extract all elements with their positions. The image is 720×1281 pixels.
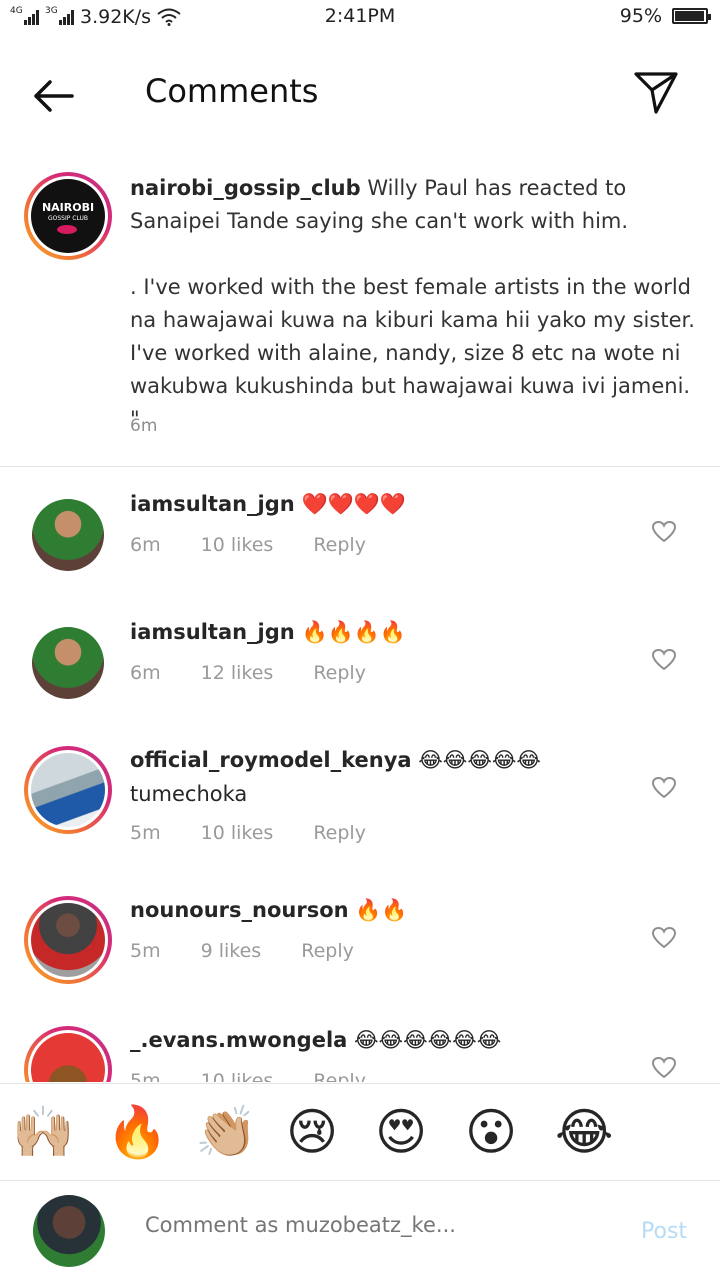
battery-percent: 95%	[619, 5, 662, 27]
status-time: 2:41PM	[324, 5, 396, 27]
heart-icon[interactable]	[651, 926, 677, 950]
post-caption: NAIROBI GOSSIP CLUB nairobi_gossip_club …	[0, 150, 720, 465]
reply-button[interactable]: Reply	[313, 822, 366, 844]
raising-hands-emoji-button[interactable]: 🙌🏼	[12, 1102, 74, 1162]
comment-time: 6m	[130, 662, 161, 684]
comment-username[interactable]: official_roymodel_kenya	[130, 748, 412, 772]
comment-time: 5m	[130, 822, 161, 844]
avatar[interactable]	[24, 896, 112, 984]
avatar[interactable]	[32, 627, 104, 699]
comment-item: _.evans.mwongela 😂😂😂😂😂😂 5m 10 likes Repl…	[0, 1006, 720, 1082]
status-bar: 4G 3G 3.92K/s 2:41PM 95%	[0, 0, 720, 36]
heart-icon[interactable]	[651, 776, 677, 800]
divider	[0, 466, 720, 467]
comment-text: 🔥🔥🔥🔥	[301, 620, 407, 644]
avatar[interactable]	[24, 746, 112, 834]
comment-meta: 5m 10 likes Reply	[130, 822, 406, 844]
comment-time: 5m	[130, 940, 161, 962]
nairobi-gossip-club-logo: NAIROBI GOSSIP CLUB	[31, 179, 105, 253]
status-right: 95%	[619, 5, 711, 27]
comment-text: 😂😂😂😂😂😂	[354, 1028, 502, 1052]
comment-item: nounours_nourson 🔥🔥 5m 9 likes Reply	[0, 876, 720, 1006]
avatar[interactable]	[32, 499, 104, 571]
comment-likes[interactable]: 10 likes	[201, 1070, 274, 1082]
paper-plane-icon	[634, 72, 678, 114]
page-title: Comments	[145, 72, 319, 110]
reply-button[interactable]: Reply	[313, 534, 366, 556]
crying-emoji-button[interactable]: 😢	[286, 1102, 338, 1162]
comment-item: iamsultan_jgn ❤️❤️❤️❤️ 6m 10 likes Reply	[0, 470, 720, 598]
avatar	[33, 1195, 105, 1267]
comment-likes[interactable]: 12 likes	[201, 662, 274, 684]
header: Comments	[0, 36, 720, 148]
caption-username[interactable]: nairobi_gossip_club	[130, 176, 361, 200]
post-button[interactable]: Post	[641, 1219, 687, 1244]
caption-timestamp: 6m	[130, 416, 158, 436]
lips-icon	[57, 225, 77, 234]
back-button[interactable]	[26, 74, 86, 118]
heart-icon[interactable]	[651, 520, 677, 544]
battery-icon	[672, 8, 711, 24]
heart-icon[interactable]	[651, 1056, 677, 1080]
comment-item: iamsultan_jgn 🔥🔥🔥🔥 6m 12 likes Reply	[0, 598, 720, 726]
comment-time: 5m	[130, 1070, 161, 1082]
fire-emoji-button[interactable]: 🔥	[106, 1102, 168, 1162]
comment-username[interactable]: nounours_nourson	[130, 898, 349, 922]
avatar[interactable]: NAIROBI GOSSIP CLUB	[24, 172, 112, 260]
arrow-left-icon	[34, 80, 74, 112]
heart-eyes-emoji-button[interactable]: 😍	[375, 1102, 427, 1162]
reply-button[interactable]: Reply	[313, 662, 366, 684]
comment-username[interactable]: iamsultan_jgn	[130, 620, 295, 644]
comment-text-line2: tumechoka	[130, 782, 248, 806]
comment-input[interactable]	[145, 1213, 585, 1237]
comment-meta: 6m 10 likes Reply	[130, 534, 406, 556]
surprised-emoji-button[interactable]: 😮	[465, 1102, 517, 1162]
comment-text: ❤️❤️❤️❤️	[301, 492, 407, 516]
comment-meta: 5m 10 likes Reply	[130, 1070, 406, 1082]
battery-fill	[675, 11, 704, 21]
caption-quote: . I've worked with the best female artis…	[130, 275, 695, 431]
reply-button[interactable]: Reply	[313, 1070, 366, 1082]
comment-time: 6m	[130, 534, 161, 556]
share-button[interactable]	[630, 68, 682, 120]
avatar[interactable]	[24, 1026, 112, 1082]
comment-likes[interactable]: 10 likes	[201, 534, 274, 556]
comment-text: 🔥🔥	[355, 898, 408, 922]
comment-meta: 5m 9 likes Reply	[130, 940, 394, 962]
comment-username[interactable]: _.evans.mwongela	[130, 1028, 347, 1052]
comment-likes[interactable]: 10 likes	[201, 822, 274, 844]
comment-item: official_roymodel_kenya 😂😂😂😂😂 tumechoka …	[0, 726, 720, 876]
caption-text: nairobi_gossip_club Willy Paul has react…	[130, 172, 700, 436]
comment-compose-bar: Post	[0, 1180, 720, 1281]
clapping-emoji-button[interactable]: 👏🏼	[195, 1102, 257, 1162]
comment-username[interactable]: iamsultan_jgn	[130, 492, 295, 516]
heart-icon[interactable]	[651, 648, 677, 672]
comment-text: 😂😂😂😂😂	[418, 748, 541, 772]
comment-meta: 6m 12 likes Reply	[130, 662, 406, 684]
comment-likes[interactable]: 9 likes	[201, 940, 262, 962]
reply-button[interactable]: Reply	[301, 940, 354, 962]
laughing-emoji-button[interactable]: 😂	[555, 1102, 613, 1162]
quick-reaction-bar: 🙌🏼 🔥 👏🏼 😢 😍 😮 😂	[0, 1083, 720, 1180]
